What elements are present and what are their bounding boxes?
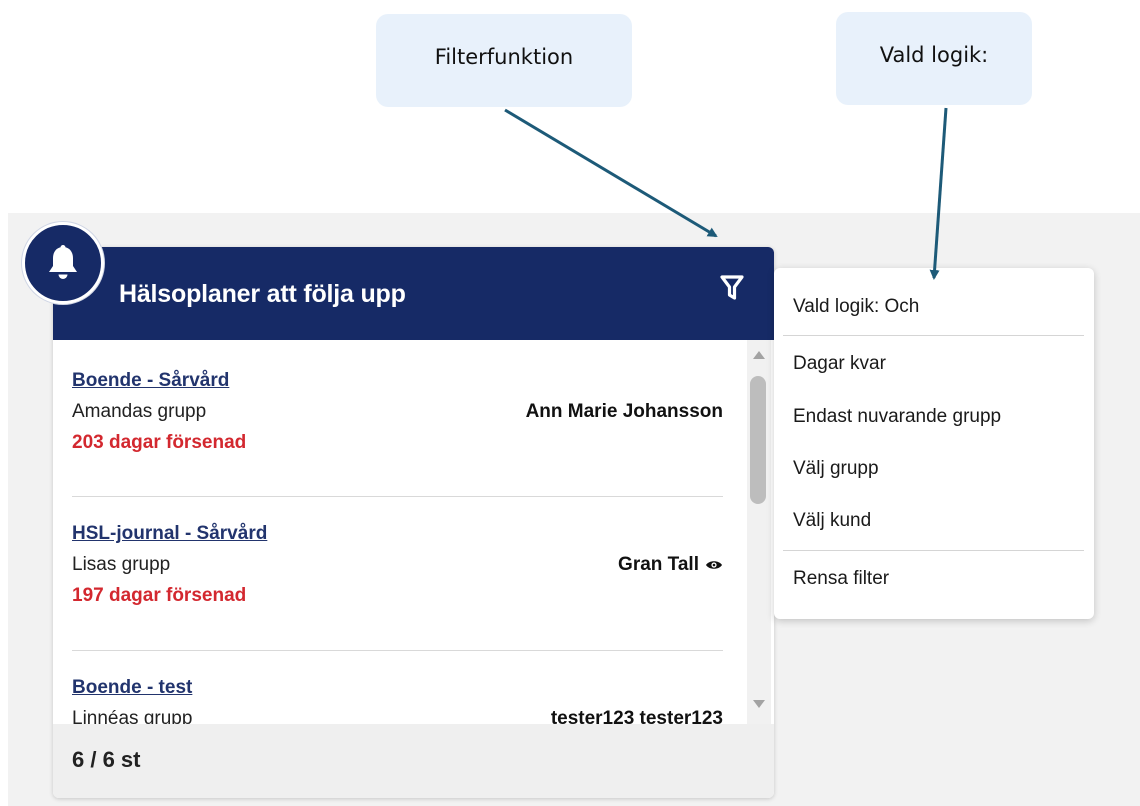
widget-title: Hälsoplaner att följa upp — [119, 280, 406, 308]
widget-header: Hälsoplaner att följa upp — [53, 247, 774, 340]
plan-person-name: Ann Marie Johansson — [525, 401, 723, 422]
bell-icon — [49, 245, 77, 279]
menu-item-days-left[interactable]: Dagar kvar — [793, 353, 886, 375]
plan-link[interactable]: Boende - Sårvård — [72, 370, 229, 392]
plan-overdue: 203 dagar försenad — [72, 432, 247, 453]
list-divider — [72, 650, 723, 651]
filter-menu: Vald logik: Och Dagar kvar Endast nuvara… — [774, 268, 1094, 619]
plan-person-name: Gran Tall — [618, 554, 699, 575]
menu-item-current-group[interactable]: Endast nuvarande grupp — [793, 406, 1001, 428]
plan-link[interactable]: HSL-journal - Sårvård — [72, 523, 267, 545]
plan-group: Linnéas grupp — [72, 708, 193, 724]
menu-item-clear-filter[interactable]: Rensa filter — [793, 568, 889, 590]
eye-icon[interactable] — [705, 558, 723, 572]
callout-vald-logik: Vald logik: — [836, 12, 1032, 105]
plan-person: Ann Marie Johansson — [526, 401, 723, 423]
menu-item-select-customer[interactable]: Välj kund — [793, 510, 871, 532]
plan-person-name: tester123 tester123 — [550, 708, 723, 724]
plan-person: tester123 tester123 — [551, 708, 723, 724]
plan-group: Amandas grupp — [72, 401, 207, 422]
menu-item-select-group[interactable]: Välj grupp — [793, 458, 879, 480]
list-divider — [72, 496, 723, 497]
plan-overdue: 197 dagar försenad — [72, 585, 247, 606]
scroll-down-arrow-icon[interactable] — [753, 700, 765, 708]
item-count: 6 / 6 st — [72, 747, 141, 772]
menu-separator — [783, 335, 1084, 336]
plan-group: Lisas grupp — [72, 554, 171, 575]
scroll-thumb[interactable] — [750, 376, 766, 504]
health-plan-widget: Hälsoplaner att följa upp Boende - Sårvå… — [53, 247, 774, 798]
callout-filterfunktion: Filterfunktion — [376, 14, 632, 107]
plan-person: Gran Tall — [618, 554, 723, 576]
list-scrollbar[interactable] — [747, 340, 771, 724]
menu-separator — [783, 550, 1084, 551]
menu-item-logic[interactable]: Vald logik: Och — [793, 296, 919, 318]
callout-logic-text: Vald logik: — [879, 42, 989, 67]
plan-list: Boende - Sårvård Amandas grupp Ann Marie… — [53, 340, 774, 724]
notification-badge — [22, 222, 104, 304]
callout-filter-text: Filterfunktion — [434, 44, 574, 69]
filter-button[interactable] — [719, 273, 745, 303]
plan-link[interactable]: Boende - test — [72, 677, 192, 699]
screenshot-root: Filterfunktion Vald logik: Hälsoplaner a… — [0, 0, 1140, 806]
widget-footer: 6 / 6 st — [53, 724, 774, 798]
funnel-icon — [720, 275, 744, 300]
scroll-up-arrow-icon[interactable] — [753, 351, 765, 359]
